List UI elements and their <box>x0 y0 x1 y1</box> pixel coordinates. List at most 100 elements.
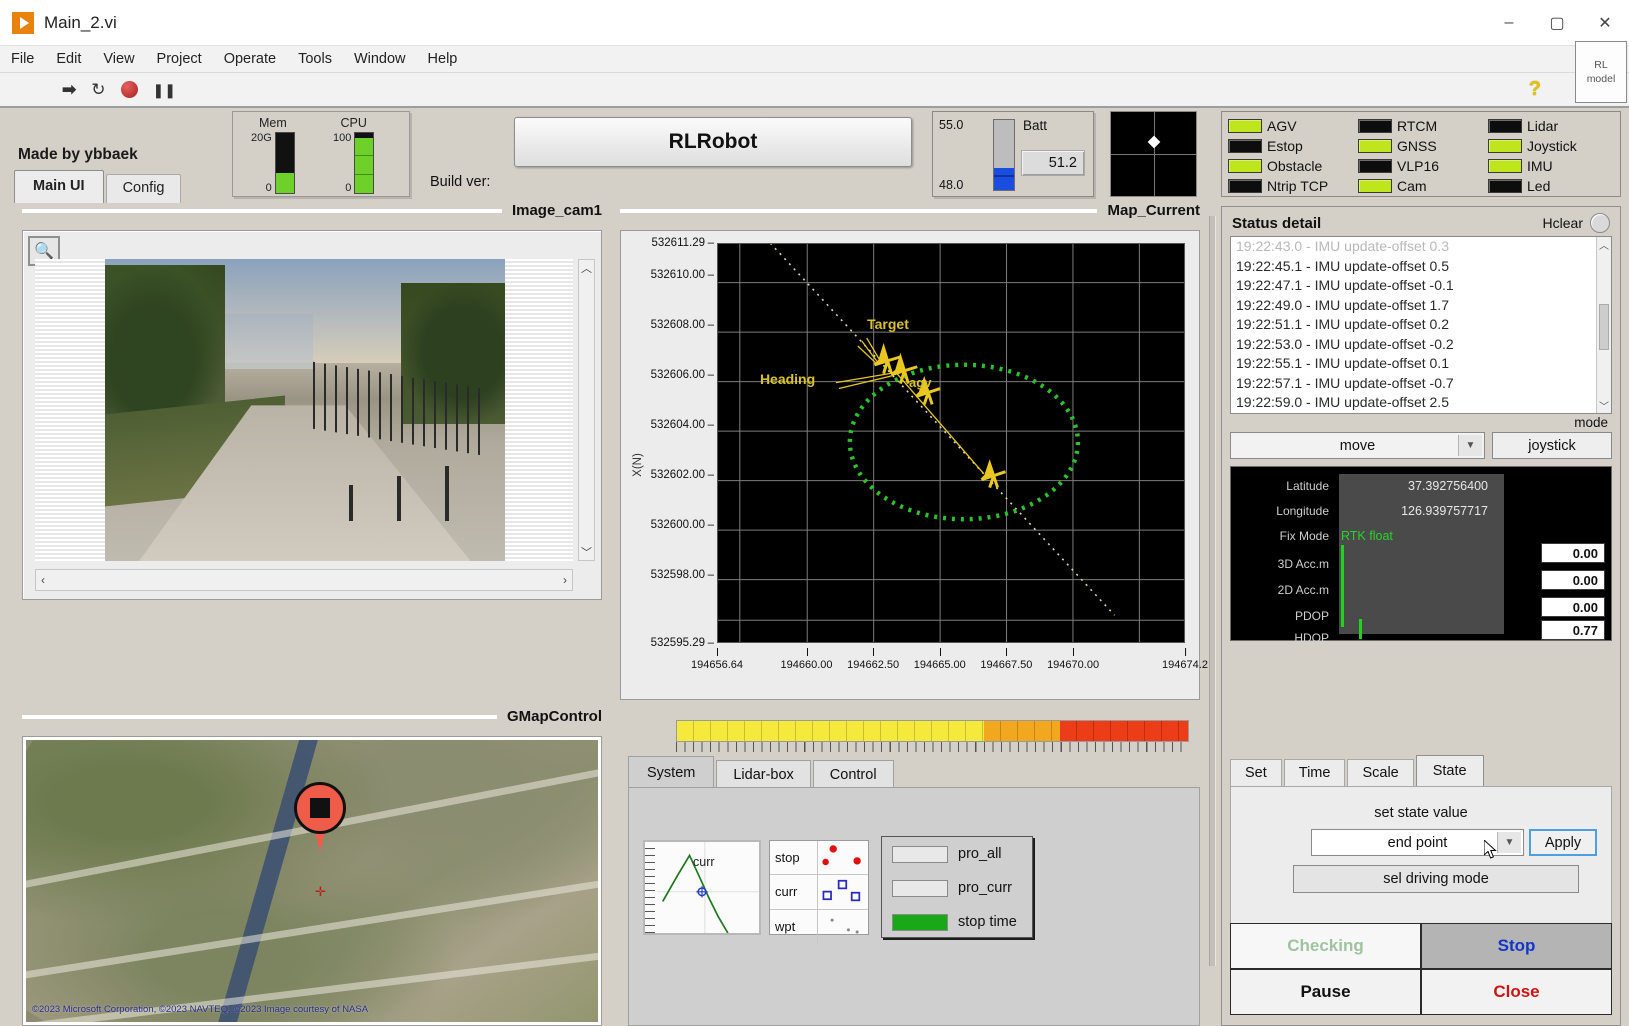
action-button-grid: Checking Stop Pause Close <box>1230 923 1612 1015</box>
menu-item-tools[interactable]: Tools <box>287 49 343 69</box>
led-cam: Cam <box>1358 176 1484 196</box>
rl-model-button[interactable]: RL model <box>1575 41 1627 103</box>
legend-row-wpt[interactable]: wpt <box>770 909 868 943</box>
camera-scroll-left-icon[interactable]: ‹ <box>41 573 45 587</box>
plot-legend[interactable]: stop curr wpt <box>769 840 869 943</box>
gnss-2dacc-label: 2D Acc.m <box>1277 583 1329 597</box>
cpu-gauge-min: 0 <box>345 182 352 194</box>
system-panel: System Lidar-box Control curr stop curr wpt … <box>620 756 1200 1026</box>
close-button[interactable]: Close <box>1421 969 1612 1015</box>
menu-item-project[interactable]: Project <box>146 49 213 69</box>
led-label: Obstacle <box>1267 158 1323 174</box>
camera-horizontal-scrollbar[interactable]: ‹ › <box>35 569 573 591</box>
close-button[interactable]: ✕ <box>1581 0 1629 46</box>
camera-canvas[interactable] <box>35 259 573 561</box>
xy-cursor-dot <box>1147 135 1160 149</box>
legend-row-stop[interactable]: stop <box>770 841 868 876</box>
status-detail-header: Status detail Hclear <box>1222 207 1620 236</box>
gmap-section-header: GMapControl <box>22 708 602 725</box>
menu-item-view[interactable]: View <box>92 49 145 69</box>
gnss-readout-panel: Latitude 37.392756400 Longitude 126.9397… <box>1230 466 1612 645</box>
status-log-scrollbar[interactable]: ︿ ﹀ <box>1596 237 1611 413</box>
minimize-button[interactable]: – <box>1485 0 1533 46</box>
chevron-down-icon[interactable]: ▼ <box>1497 832 1521 853</box>
panel-divider <box>1209 216 1216 966</box>
chart-annotation-heading: Heading <box>759 371 816 388</box>
stop-button[interactable]: Stop <box>1421 923 1612 969</box>
gnss-2dacc-value: 0.00 <box>1541 570 1605 590</box>
status-led-panel: AGV RTCM Lidar Estop GNSS Joystick Obstacle VLP… <box>1221 111 1621 197</box>
progress-row-stop-time: stop time <box>882 905 1032 939</box>
state-tab-time[interactable]: Time <box>1283 759 1346 786</box>
progress-led-indicator <box>892 879 948 897</box>
gnss-longitude-value: 126.939757717 <box>1401 504 1488 518</box>
led-gnss: GNSS <box>1358 136 1484 156</box>
map-section-title: Map_Current <box>1107 202 1200 219</box>
camera-scroll-up-icon[interactable]: ︿ <box>581 260 592 276</box>
tab-main-ui[interactable]: Main UI <box>14 170 104 203</box>
status-log-line: 19:22:45.1 - IMU update-offset 0.5 <box>1236 257 1449 274</box>
chart-x-tick: 194662.50 <box>847 648 900 671</box>
status-log-line: 19:22:55.1 - IMU update-offset 0.1 <box>1236 355 1449 371</box>
legend-row-curr[interactable]: curr <box>770 875 868 910</box>
camera-scroll-down-icon[interactable]: ﹀ <box>581 544 592 560</box>
hclear-button[interactable] <box>1590 213 1610 233</box>
menu-item-window[interactable]: Window <box>343 49 417 69</box>
camera-vertical-scrollbar[interactable]: ︿ ﹀ <box>578 259 595 561</box>
menu-item-file[interactable]: File <box>0 49 45 69</box>
joystick-button[interactable]: joystick <box>1492 432 1612 459</box>
pause-icon[interactable] <box>153 81 176 98</box>
camera-section-title: Image_cam1 <box>511 202 602 219</box>
checking-button[interactable]: Checking <box>1230 923 1421 969</box>
gnss-fixmode-value: RTK float <box>1341 529 1393 543</box>
legend-label: curr <box>770 875 818 909</box>
apply-button[interactable]: Apply <box>1529 829 1597 856</box>
led-indicator-icon <box>1488 159 1522 173</box>
context-help-question-icon[interactable]: ? <box>1529 78 1541 101</box>
camera-scroll-right-icon[interactable]: › <box>563 573 567 587</box>
gnss-fixmode-label: Fix Mode <box>1279 529 1329 543</box>
menu-bar: File Edit View Project Operate Tools Window Hel… <box>0 46 1629 73</box>
state-tab-set[interactable]: Set <box>1230 759 1282 786</box>
chart-x-tick: 194674.2 <box>1162 648 1208 671</box>
gmap-control[interactable]: ✛ ©2023 Microsoft Corporation, ©2023 NAV… <box>22 736 602 1026</box>
menu-item-operate[interactable]: Operate <box>213 49 287 69</box>
panel-tab-system[interactable]: System <box>628 756 715 789</box>
camera-image <box>105 259 505 561</box>
menu-item-edit[interactable]: Edit <box>45 49 92 69</box>
labview-vi-icon <box>12 11 34 34</box>
mini-track-chart[interactable]: curr <box>643 840 761 935</box>
gnss-pdop-label: PDOP <box>1294 609 1329 623</box>
abort-execution-icon[interactable] <box>120 81 138 98</box>
run-arrow-icon[interactable] <box>62 81 76 98</box>
log-scroll-up-icon[interactable]: ︿ <box>1599 237 1609 252</box>
map-section-header: Map_Current <box>620 202 1200 219</box>
tab-config[interactable]: Config <box>105 174 182 203</box>
sel-driving-mode-button[interactable]: sel driving mode <box>1293 865 1579 893</box>
main-tab-strip: Main UI Config <box>14 170 183 203</box>
app-title-button[interactable]: RLRobot <box>514 117 912 167</box>
mode-dropdown[interactable]: move ▼ <box>1230 432 1485 459</box>
led-label: Joystick <box>1527 138 1577 154</box>
status-log-list[interactable]: 19:22:43.0 - IMU update-offset 0.3 19:22:… <box>1230 236 1612 414</box>
led-lidar: Lidar <box>1488 116 1614 136</box>
state-value-dropdown[interactable]: end point ▼ <box>1311 829 1524 856</box>
panel-tab-lidar-box[interactable]: Lidar-box <box>716 760 811 789</box>
run-continuously-icon[interactable] <box>91 81 105 98</box>
state-tab-scale[interactable]: Scale <box>1347 759 1414 786</box>
led-indicator-icon <box>1358 179 1392 193</box>
state-tab-state[interactable]: State <box>1415 755 1484 786</box>
joystick-xy-pad[interactable] <box>1110 111 1197 197</box>
battery-min: 48.0 <box>939 178 964 192</box>
menu-item-help[interactable]: Help <box>417 49 469 69</box>
chevron-down-icon[interactable]: ▼ <box>1458 435 1482 456</box>
pause-button[interactable]: Pause <box>1230 969 1421 1015</box>
map-current-chart[interactable]: X(N) 532611.29532610.00532608.00532606.0… <box>620 230 1208 700</box>
panel-tab-control[interactable]: Control <box>812 760 894 789</box>
maximize-button[interactable]: ▢ <box>1533 0 1581 46</box>
log-scroll-down-icon[interactable]: ﹀ <box>1599 398 1609 413</box>
led-label: VLP16 <box>1397 158 1440 174</box>
mem-gauge-label: Mem <box>259 116 287 130</box>
chart-plot-area[interactable]: Target Heading agv <box>717 243 1185 643</box>
progress-label: pro_all <box>958 846 1002 862</box>
